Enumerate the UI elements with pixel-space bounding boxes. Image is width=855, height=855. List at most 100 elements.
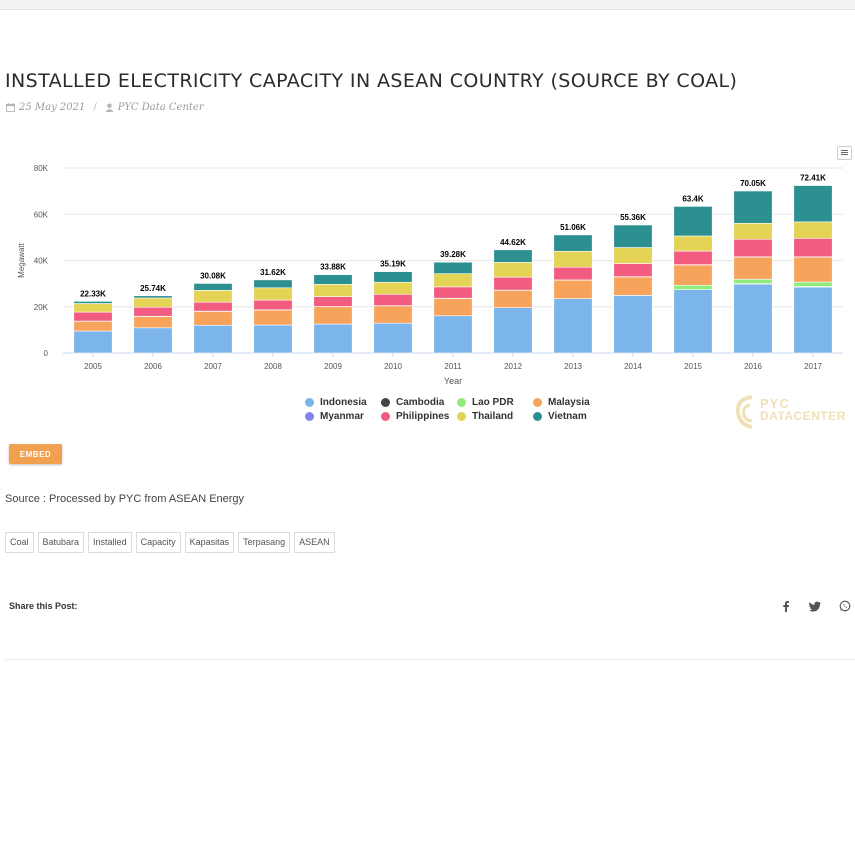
embed-button[interactable]: EMBED xyxy=(9,444,62,464)
calendar-icon xyxy=(6,103,15,112)
bar-segment-thailand xyxy=(73,303,113,313)
meta-separator: / xyxy=(93,102,97,113)
x-tick-label: 2007 xyxy=(204,362,222,371)
x-tick-label: 2008 xyxy=(264,362,282,371)
bar-segment-philippines xyxy=(673,250,713,265)
tag-batubara[interactable]: Batubara xyxy=(37,532,85,553)
bar-segment-malaysia xyxy=(373,305,413,324)
legend-item-lao-pdr[interactable]: Lao PDR xyxy=(457,397,514,408)
total-data-label: 39.28K xyxy=(440,250,466,259)
bar-segment-vietnam xyxy=(193,283,233,291)
bar-segment-vietnam xyxy=(613,224,653,248)
bar-segment-malaysia xyxy=(193,311,233,326)
bar-segment-malaysia xyxy=(433,298,473,317)
tag-installed[interactable]: Installed xyxy=(88,532,132,553)
bar-segment-indonesia xyxy=(73,330,113,354)
x-tick-label: 2010 xyxy=(384,362,402,371)
bar-segment-malaysia xyxy=(313,306,353,325)
x-tick-label: 2017 xyxy=(804,362,822,371)
tag-terpasang[interactable]: Terpasang xyxy=(238,532,291,553)
bar-segment-malaysia xyxy=(73,321,113,332)
x-tick-label: 2011 xyxy=(444,362,462,371)
total-data-label: 30.08K xyxy=(200,271,226,280)
y-tick-label: 20K xyxy=(34,303,49,312)
bar-segment-philippines xyxy=(253,299,293,311)
x-tick-label: 2013 xyxy=(564,362,582,371)
bar-segment-indonesia xyxy=(133,327,173,354)
share-label: Share this Post: xyxy=(9,601,78,611)
whatsapp-icon[interactable] xyxy=(839,600,851,612)
bar-segment-thailand xyxy=(373,281,413,295)
legend-item-vietnam[interactable]: Vietnam xyxy=(533,411,587,422)
post-date: 25 May 2021 xyxy=(19,102,86,113)
tag-asean[interactable]: ASEAN xyxy=(294,532,335,553)
bar-segment-vietnam xyxy=(253,279,293,289)
legend-item-philippines[interactable]: Philippines xyxy=(381,411,449,422)
bar-segment-vietnam xyxy=(133,295,173,299)
bar-segment-thailand xyxy=(613,247,653,264)
bar-segment-philippines xyxy=(613,263,653,277)
bar-segment-lao-pdr xyxy=(733,278,773,284)
legend-marker xyxy=(305,398,314,407)
total-data-label: 72.41K xyxy=(800,174,826,183)
legend-label: Cambodia xyxy=(396,397,445,408)
chart-menu-button[interactable] xyxy=(837,146,852,160)
bar-segment-philippines xyxy=(433,286,473,299)
legend-marker xyxy=(533,398,542,407)
twitter-icon[interactable] xyxy=(809,600,821,612)
y-tick-label: 40K xyxy=(34,257,49,266)
facebook-icon[interactable] xyxy=(780,600,792,612)
bar-segment-indonesia xyxy=(733,283,773,354)
bar-segment-thailand xyxy=(553,250,593,268)
legend-item-myanmar[interactable]: Myanmar xyxy=(305,411,364,422)
tag-kapasitas[interactable]: Kapasitas xyxy=(184,532,235,553)
bar-segment-indonesia xyxy=(493,307,533,354)
y-tick-label: 60K xyxy=(34,210,49,219)
legend-item-cambodia[interactable]: Cambodia xyxy=(381,397,444,408)
bar-segment-malaysia xyxy=(133,316,173,329)
bar-segment-philippines xyxy=(373,293,413,306)
top-bar xyxy=(0,0,855,10)
x-tick-label: 2005 xyxy=(84,362,102,371)
bar-segment-lao-pdr xyxy=(793,281,833,287)
post-author[interactable]: PYC Data Center xyxy=(118,102,204,113)
legend-label: Myanmar xyxy=(320,411,364,422)
bar-segment-lao-pdr xyxy=(673,284,713,290)
bar-segment-philippines xyxy=(733,238,773,258)
x-tick-label: 2009 xyxy=(324,362,342,371)
y-axis-title: Megawatt xyxy=(17,242,26,277)
tag-list: Coal Batubara Installed Capacity Kapasitas Te… xyxy=(5,532,339,553)
legend-marker xyxy=(457,412,466,421)
bar-segment-philippines xyxy=(133,306,173,317)
bar-segment-vietnam xyxy=(793,185,833,223)
bar-segment-thailand xyxy=(313,284,353,297)
bar-segment-malaysia xyxy=(553,279,593,299)
bar-segment-malaysia xyxy=(793,256,833,283)
bar-segment-thailand xyxy=(193,290,233,303)
x-tick-label: 2006 xyxy=(144,362,162,371)
legend-item-thailand[interactable]: Thailand xyxy=(457,411,513,422)
x-tick-label: 2012 xyxy=(504,362,522,371)
bar-segment-indonesia xyxy=(373,322,413,354)
pyc-watermark-logo: PYC DATACENTER xyxy=(732,393,855,433)
x-axis-title: Year xyxy=(444,376,462,386)
total-data-label: 51.06K xyxy=(560,223,586,232)
menu-icon xyxy=(841,150,848,151)
bar-segment-malaysia xyxy=(673,264,713,286)
legend-label: Philippines xyxy=(396,411,450,422)
legend-item-malaysia[interactable]: Malaysia xyxy=(533,397,590,408)
bar-segment-indonesia xyxy=(313,323,353,354)
legend-marker xyxy=(381,398,390,407)
x-tick-label: 2015 xyxy=(684,362,702,371)
tag-coal[interactable]: Coal xyxy=(5,532,34,553)
bar-segment-philippines xyxy=(193,301,233,312)
bar-segment-thailand xyxy=(433,273,473,288)
legend-marker xyxy=(457,398,466,407)
legend-item-indonesia[interactable]: Indonesia xyxy=(305,397,367,408)
bar-segment-vietnam xyxy=(73,301,113,304)
total-data-label: 55.36K xyxy=(620,213,646,222)
bar-segment-thailand xyxy=(253,287,293,301)
bar-segment-philippines xyxy=(553,266,593,281)
legend-label: Indonesia xyxy=(320,397,367,408)
tag-capacity[interactable]: Capacity xyxy=(135,532,181,553)
